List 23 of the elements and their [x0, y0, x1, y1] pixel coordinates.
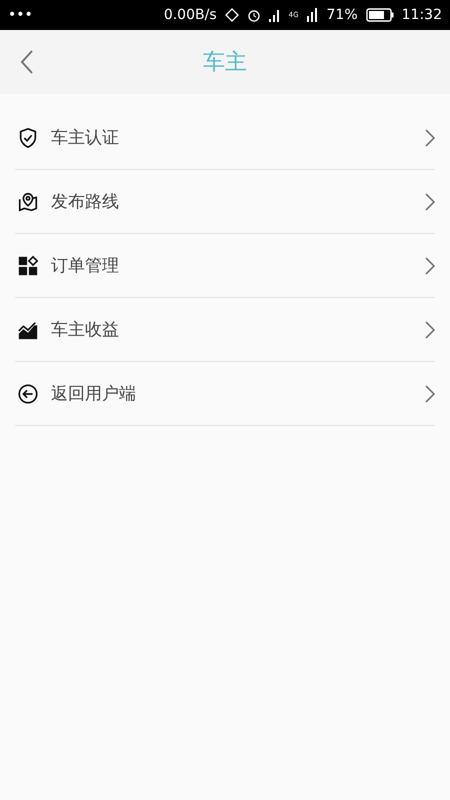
menu-item[interactable]: 车主收益	[15, 298, 435, 362]
page-title: 车主	[203, 49, 247, 77]
signal-icon	[306, 8, 319, 22]
battery-percent: 71%	[326, 7, 358, 23]
battery-icon	[366, 8, 394, 22]
alarm-icon	[246, 8, 261, 22]
notification-dots: •••	[8, 7, 33, 23]
chevron-right-icon	[425, 256, 435, 274]
chevron-right-icon	[425, 384, 435, 402]
network-speed: 0.00B/s	[164, 7, 217, 23]
chevron-right-icon	[425, 192, 435, 210]
shield-check-icon	[17, 126, 39, 148]
grid-icon	[17, 254, 39, 276]
menu-item[interactable]: 车主认证	[15, 106, 435, 170]
menu-item[interactable]: 发布路线	[15, 170, 435, 234]
chevron-right-icon	[425, 128, 435, 146]
chevron-right-icon	[425, 320, 435, 338]
signal-icon	[268, 8, 281, 22]
clock: 11:32	[402, 7, 442, 23]
menu-item[interactable]: 订单管理	[15, 234, 435, 298]
map-pin-icon	[17, 190, 39, 212]
back-icon	[20, 49, 34, 75]
menu-item[interactable]: 返回用户端	[15, 362, 435, 426]
